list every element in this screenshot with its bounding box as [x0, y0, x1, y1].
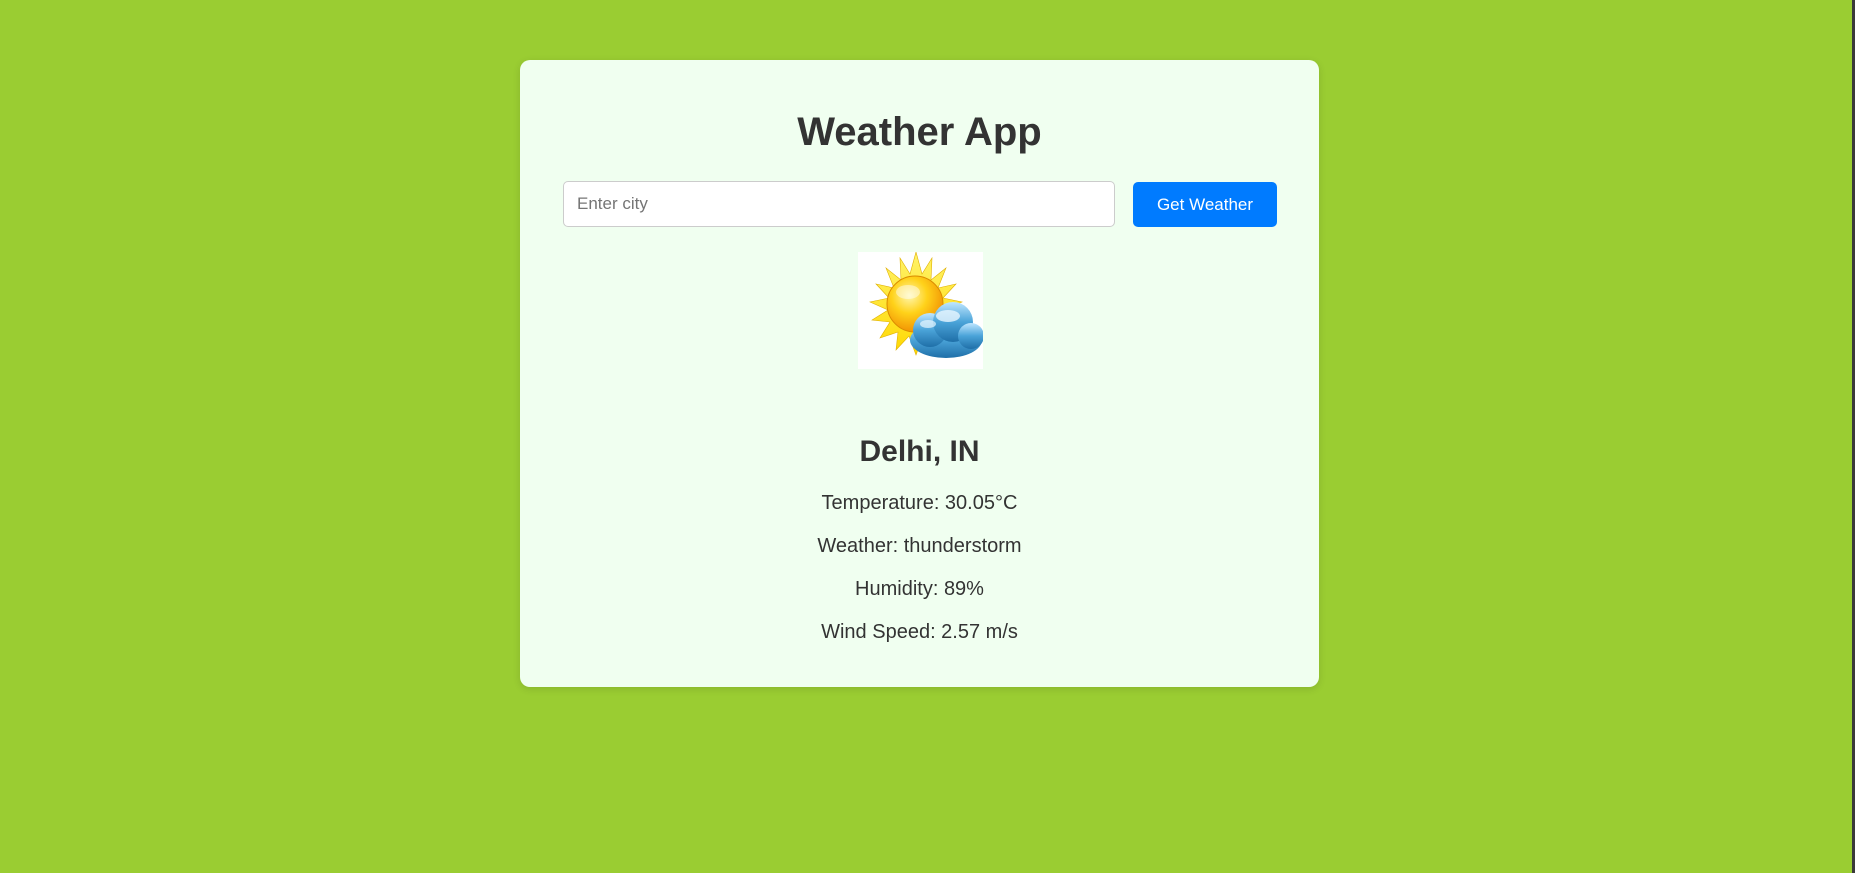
- weather-card: Weather App Get Weather: [520, 60, 1319, 687]
- search-row: Get Weather: [563, 181, 1277, 227]
- city-name: Delhi, IN: [859, 435, 980, 468]
- wind-speed-text: Wind Speed: 2.57 m/s: [821, 621, 1018, 643]
- temperature-text: Temperature: 30.05°C: [821, 492, 1018, 514]
- weather-condition-text: Weather: thunderstorm: [817, 535, 1022, 557]
- get-weather-button[interactable]: Get Weather: [1133, 182, 1277, 227]
- partly-cloudy-sun-icon: [858, 250, 984, 369]
- humidity-text: Humidity: 89%: [855, 578, 984, 600]
- app-title: Weather App: [797, 110, 1042, 154]
- city-search-input[interactable]: [563, 181, 1115, 227]
- page: Weather App Get Weather: [0, 0, 1855, 873]
